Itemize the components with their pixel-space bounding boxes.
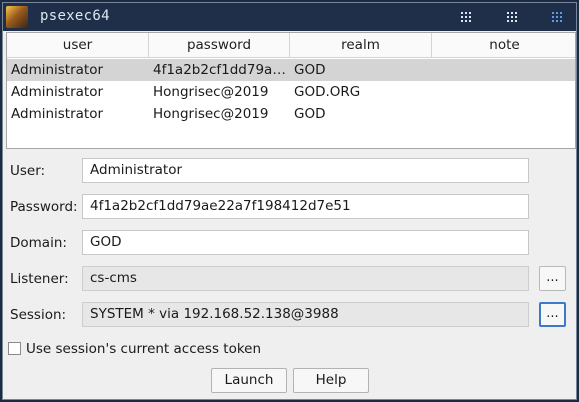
use-token-label[interactable]: Use session's current access token [26, 339, 261, 359]
cell-user: Administrator [11, 84, 104, 100]
user-input[interactable]: Administrator [82, 158, 529, 183]
domain-input[interactable]: GOD [82, 230, 529, 255]
cell-realm: GOD.ORG [294, 84, 361, 100]
window-title: psexec64 [40, 8, 110, 24]
use-token-checkbox[interactable] [8, 342, 21, 355]
column-header-note[interactable]: note [432, 33, 575, 57]
cell-note [432, 59, 575, 81]
app-avatar-icon [6, 6, 28, 28]
table-row[interactable]: Administrator Hongrisec@2019 GOD.ORG [7, 81, 575, 103]
domain-label: Domain: [10, 235, 67, 251]
cell-realm: GOD [294, 106, 326, 122]
help-button[interactable]: Help [293, 368, 369, 393]
credentials-table[interactable]: user password realm note Administrator 4… [6, 32, 576, 149]
cell-user: Administrator [11, 106, 104, 122]
password-label: Password: [10, 199, 78, 215]
user-label: User: [10, 163, 46, 179]
cell-realm: GOD [294, 62, 326, 78]
cell-user: Administrator [11, 62, 104, 78]
layout-grid-icon[interactable] [458, 9, 474, 25]
listener-field: cs-cms [82, 266, 529, 291]
cell-note [432, 103, 575, 125]
choose-listener-button[interactable]: ... [539, 266, 566, 291]
table-row[interactable]: Administrator Hongrisec@2019 GOD [7, 103, 575, 125]
cell-password: Hongrisec@2019 [153, 106, 269, 122]
choose-session-button[interactable]: ... [539, 302, 566, 327]
psexec-dialog: psexec64 user password realm note Admini… [2, 2, 577, 400]
column-header-user[interactable]: user [7, 33, 149, 57]
cell-password: Hongrisec@2019 [153, 84, 269, 100]
table-row[interactable]: Administrator 4f1a2b2cf1dd79ae2... GOD [7, 59, 575, 81]
title-bar[interactable]: psexec64 [3, 3, 576, 31]
session-field: SYSTEM * via 192.168.52.138@3988 [82, 302, 529, 327]
table-header: user password realm note [7, 33, 575, 58]
password-input[interactable]: 4f1a2b2cf1dd79ae22a7f198412d7e51 [82, 194, 529, 219]
session-label: Session: [10, 307, 67, 323]
launch-button[interactable]: Launch [211, 368, 287, 393]
layout-grid-active-icon[interactable] [549, 9, 565, 25]
layout-grid-dense-icon[interactable] [504, 9, 520, 25]
cell-password: 4f1a2b2cf1dd79ae2... [153, 62, 290, 78]
column-header-password[interactable]: password [149, 33, 290, 57]
cell-note [432, 81, 575, 103]
column-header-realm[interactable]: realm [290, 33, 432, 57]
listener-label: Listener: [10, 271, 69, 287]
